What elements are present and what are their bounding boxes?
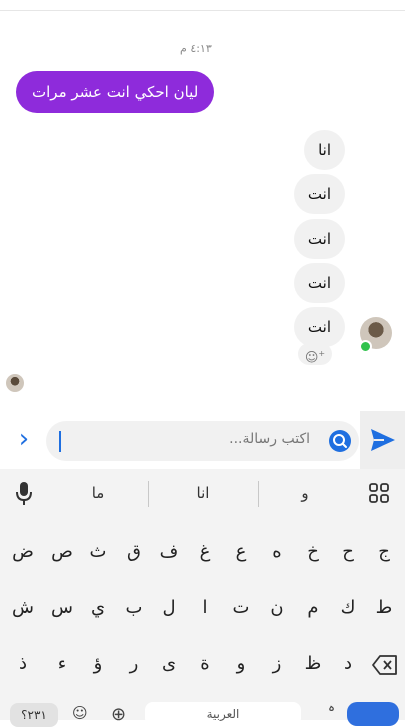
- key[interactable]: ث: [82, 532, 114, 572]
- received-message-bubble[interactable]: انت: [293, 219, 345, 259]
- key[interactable]: و: [225, 644, 257, 684]
- online-status-dot: [359, 340, 372, 353]
- message-input[interactable]: [46, 421, 359, 461]
- key[interactable]: ض: [7, 532, 39, 572]
- emoji-key[interactable]: ☺: [72, 704, 88, 722]
- numbers-key[interactable]: ٢٣١؟: [10, 703, 58, 727]
- period-key[interactable]: ہ: [328, 700, 335, 714]
- received-message-bubble[interactable]: انت: [293, 174, 345, 214]
- backspace-icon[interactable]: [371, 652, 399, 678]
- key[interactable]: د: [332, 644, 364, 684]
- enter-key[interactable]: [347, 702, 399, 726]
- key[interactable]: ت: [225, 588, 257, 628]
- sent-message-bubble[interactable]: ليان احكي انت عشر مرات: [16, 71, 215, 113]
- key[interactable]: ب: [118, 588, 150, 628]
- space-key[interactable]: العربية: [145, 702, 301, 726]
- key[interactable]: خ: [297, 532, 329, 572]
- key[interactable]: ع: [225, 532, 257, 572]
- key[interactable]: ح: [332, 532, 364, 572]
- key[interactable]: ظ: [297, 644, 329, 684]
- key[interactable]: ف: [153, 532, 185, 572]
- message-timestamp: ٤:١٣ م: [180, 42, 212, 55]
- key[interactable]: ذ: [7, 644, 39, 684]
- key[interactable]: ة: [189, 644, 221, 684]
- key[interactable]: ك: [332, 588, 364, 628]
- key[interactable]: ؤ: [82, 644, 114, 684]
- key[interactable]: ر: [118, 644, 150, 684]
- suggestion-item[interactable]: و: [255, 484, 355, 502]
- text-cursor: [59, 431, 61, 452]
- key[interactable]: ش: [7, 588, 39, 628]
- key[interactable]: ى: [153, 644, 185, 684]
- key[interactable]: م: [297, 588, 329, 628]
- seen-avatar: [6, 374, 24, 392]
- received-message-bubble[interactable]: انا: [304, 130, 345, 170]
- key[interactable]: ط: [368, 588, 400, 628]
- key[interactable]: ص: [46, 532, 78, 572]
- received-message-bubble[interactable]: انت: [293, 307, 345, 347]
- key[interactable]: ا: [189, 588, 221, 628]
- key[interactable]: ه: [261, 532, 293, 572]
- key[interactable]: ز: [261, 644, 293, 684]
- key[interactable]: ي: [82, 588, 114, 628]
- globe-icon[interactable]: ⊕: [111, 704, 126, 725]
- chevron-right-icon[interactable]: ›: [12, 424, 36, 454]
- key[interactable]: ء: [46, 644, 78, 684]
- add-reaction-icon[interactable]: ☺+: [298, 343, 332, 365]
- suggestion-item[interactable]: ما: [48, 484, 148, 502]
- suggestion-divider: [258, 481, 259, 507]
- key[interactable]: ن: [261, 588, 293, 628]
- send-icon[interactable]: [369, 427, 397, 453]
- top-divider: [0, 0, 405, 11]
- keyboard-menu-icon[interactable]: [368, 482, 390, 504]
- key[interactable]: غ: [189, 532, 221, 572]
- microphone-icon[interactable]: [11, 479, 37, 507]
- search-icon[interactable]: [329, 430, 351, 452]
- suggestion-divider: [148, 481, 149, 507]
- key[interactable]: ج: [368, 532, 400, 572]
- suggestion-item[interactable]: انا: [153, 484, 253, 502]
- key[interactable]: ق: [118, 532, 150, 572]
- key[interactable]: س: [46, 588, 78, 628]
- message-input-placeholder: اكتب رسالة...: [229, 431, 310, 447]
- key[interactable]: ل: [153, 588, 185, 628]
- received-message-bubble[interactable]: انت: [293, 263, 345, 303]
